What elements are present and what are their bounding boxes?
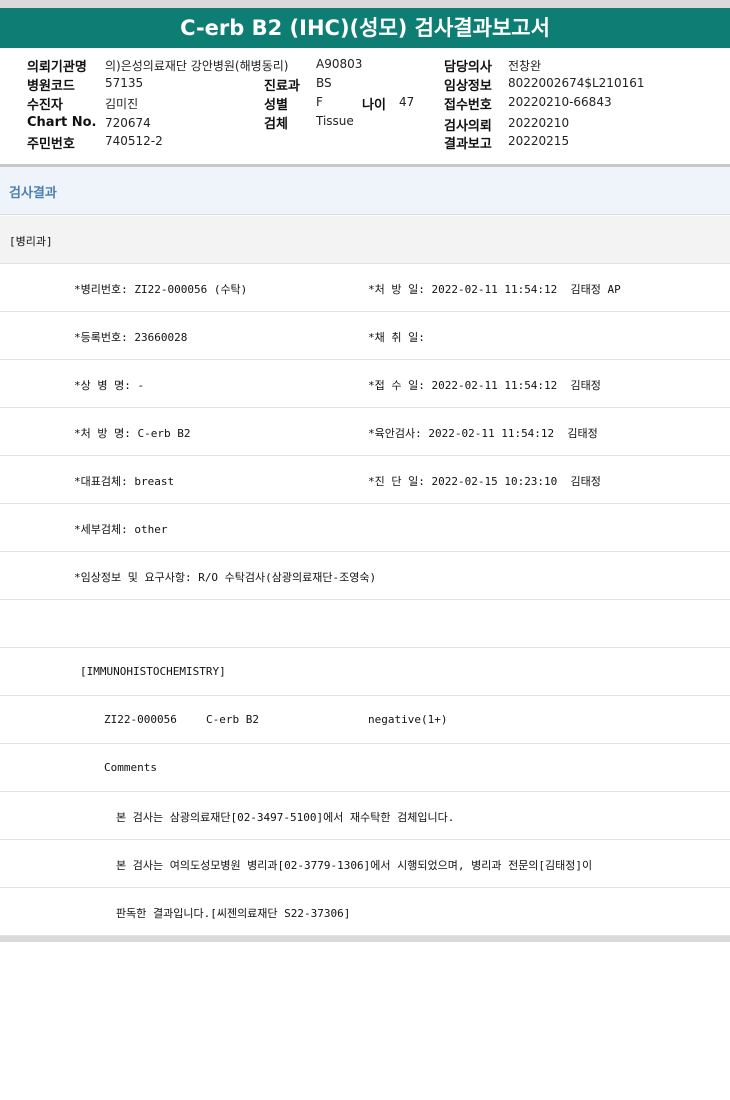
specimen-value: Tissue bbox=[316, 114, 354, 128]
patient-info-panel: 의뢰기관명 의)은성의료재단 강안병원(해병동리) A90803 담당의사 전창… bbox=[0, 48, 730, 164]
request-date-value: 20220210 bbox=[508, 116, 570, 130]
list-item: 본 검사는 삼광의료재단[02-3497-5100]에서 재수탁한 검체입니다. bbox=[0, 792, 730, 840]
results-list: [병리과] *병리번호: ZI22-000056 (수탁) *처 방 일: 20… bbox=[0, 216, 730, 936]
detail-specimen: *세부검체: other bbox=[74, 523, 168, 536]
diagnosis-date: *진 단 일: 2022-02-15 10:23:10 김태정 bbox=[368, 475, 601, 488]
report-date-value: 20220215 bbox=[508, 134, 570, 148]
comment-line: 본 검사는 여의도성모병원 병리과[02-3779-1306]에서 시행되었으며… bbox=[116, 859, 593, 872]
department-label: 진료과 bbox=[264, 79, 300, 94]
doctor-value: 전창완 bbox=[508, 59, 542, 73]
request-date-label: 검사의뢰 bbox=[444, 119, 492, 134]
collection-date: *채 취 일: bbox=[368, 331, 425, 344]
list-item: Comments bbox=[0, 744, 730, 792]
comment-line: 판독한 결과입니다.[씨젠의료재단 S22-37306] bbox=[116, 907, 351, 920]
disease-name: *상 병 명: - bbox=[74, 379, 145, 392]
age-label: 나이 bbox=[362, 98, 386, 113]
bottom-border bbox=[0, 936, 730, 942]
results-header-label: 검사결과 bbox=[9, 186, 57, 201]
clinical-info-label: 임상정보 bbox=[444, 79, 492, 94]
list-item: *임상정보 및 요구사항: R/O 수탁검사(삼광의료재단-조영숙) bbox=[0, 552, 730, 600]
clinical-request: *임상정보 및 요구사항: R/O 수탁검사(삼광의료재단-조영숙) bbox=[74, 571, 377, 584]
hospital-code-value: 57135 bbox=[105, 76, 144, 90]
report-date-label: 결과보고 bbox=[444, 137, 492, 152]
chart-no-value: 720674 bbox=[105, 116, 151, 130]
department-heading: [병리과] bbox=[9, 235, 53, 248]
list-item: *병리번호: ZI22-000056 (수탁) *처 방 일: 2022-02-… bbox=[0, 264, 730, 312]
age-value: 47 bbox=[399, 95, 415, 109]
chart-no-label: Chart No. bbox=[27, 115, 97, 130]
doctor-label: 담당의사 bbox=[444, 60, 492, 75]
resident-no-value: 740512-2 bbox=[105, 134, 163, 148]
patient-value: 김미진 bbox=[105, 97, 139, 111]
comment-line: 본 검사는 삼광의료재단[02-3497-5100]에서 재수탁한 검체입니다. bbox=[116, 811, 455, 824]
sex-label: 성별 bbox=[264, 98, 288, 113]
resident-no-label: 주민번호 bbox=[27, 137, 75, 152]
institution-code: A90803 bbox=[316, 57, 363, 71]
list-item: *세부검체: other bbox=[0, 504, 730, 552]
registration-no: *등록번호: 23660028 bbox=[74, 331, 188, 344]
receipt-no-label: 접수번호 bbox=[444, 98, 492, 113]
ihc-marker: C-erb B2 bbox=[206, 713, 259, 726]
department-value: BS bbox=[316, 76, 332, 90]
list-item: *상 병 명: - *접 수 일: 2022-02-11 11:54:12 김태… bbox=[0, 360, 730, 408]
patient-label: 수진자 bbox=[27, 98, 63, 113]
institution-label: 의뢰기관명 bbox=[27, 60, 87, 75]
list-item: *대표검체: breast *진 단 일: 2022-02-15 10:23:1… bbox=[0, 456, 730, 504]
results-header: 검사결과 bbox=[0, 167, 730, 215]
pathology-no: *병리번호: ZI22-000056 (수탁) bbox=[74, 283, 248, 296]
order-date: *처 방 일: 2022-02-11 11:54:12 김태정 AP bbox=[368, 283, 621, 296]
list-item: *처 방 명: C-erb B2 *육안검사: 2022-02-11 11:54… bbox=[0, 408, 730, 456]
representative-specimen: *대표검체: breast bbox=[74, 475, 175, 488]
ihc-result: negative(1+) bbox=[368, 713, 448, 726]
clinical-info-value: 8022002674$L210161 bbox=[508, 76, 645, 90]
list-item: ZI22-000056 C-erb B2 negative(1+) bbox=[0, 696, 730, 744]
gross-exam: *육안검사: 2022-02-11 11:54:12 김태정 bbox=[368, 427, 598, 440]
blank-row bbox=[0, 600, 730, 648]
list-item: *등록번호: 23660028 *채 취 일: bbox=[0, 312, 730, 360]
receipt-date: *접 수 일: 2022-02-11 11:54:12 김태정 bbox=[368, 379, 601, 392]
ihc-header: [IMMUNOHISTOCHEMISTRY] bbox=[80, 665, 226, 678]
institution-value: 의)은성의료재단 강안병원(해병동리) bbox=[105, 59, 289, 73]
list-item: [IMMUNOHISTOCHEMISTRY] bbox=[0, 648, 730, 696]
hospital-code-label: 병원코드 bbox=[27, 79, 75, 94]
sex-value: F bbox=[316, 95, 323, 109]
ihc-case-no: ZI22-000056 bbox=[104, 713, 177, 726]
specimen-label: 검체 bbox=[264, 117, 288, 132]
list-item: 본 검사는 여의도성모병원 병리과[02-3779-1306]에서 시행되었으며… bbox=[0, 840, 730, 888]
list-item: [병리과] bbox=[0, 216, 730, 264]
comments-label: Comments bbox=[104, 761, 157, 774]
list-item: 판독한 결과입니다.[씨젠의료재단 S22-37306] bbox=[0, 888, 730, 936]
top-border bbox=[0, 0, 730, 8]
report-title: C-erb B2 (IHC)(성모) 검사결과보고서 bbox=[0, 8, 730, 48]
receipt-no-value: 20220210-66843 bbox=[508, 95, 612, 109]
prescription-name: *처 방 명: C-erb B2 bbox=[74, 427, 191, 440]
